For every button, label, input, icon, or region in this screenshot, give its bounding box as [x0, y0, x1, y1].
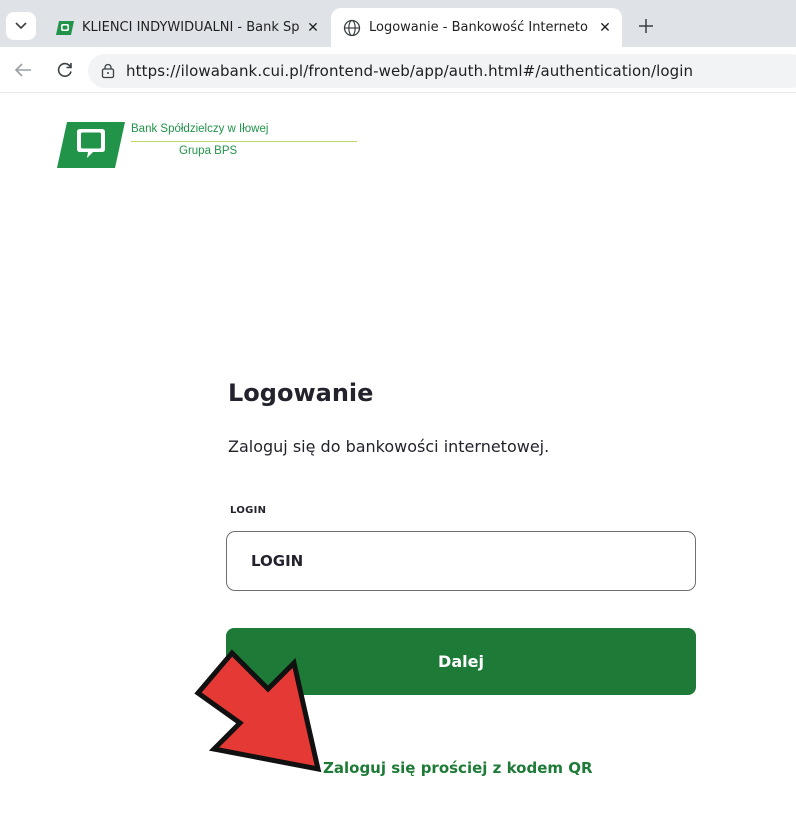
tab-logowanie[interactable]: Logowanie - Bankowość Interneto ✕ — [331, 8, 622, 47]
qr-login-link[interactable]: Zaloguj się prościej z kodem QR — [323, 759, 593, 777]
reload-icon — [57, 62, 72, 77]
tab-klienci[interactable]: KLIENCI INDYWIDUALNI - Bank Sp ✕ — [44, 8, 330, 47]
tab-title: Logowanie - Bankowość Interneto — [369, 20, 588, 35]
logo-divider — [131, 141, 357, 142]
page-subtitle: Zaloguj się do bankowości internetowej. — [228, 437, 550, 456]
tab-strip: KLIENCI INDYWIDUALNI - Bank Sp ✕ Logowan… — [0, 0, 796, 47]
plus-icon — [639, 19, 653, 33]
close-icon[interactable]: ✕ — [594, 20, 616, 36]
bank-favicon-icon — [56, 20, 74, 35]
bank-logo-icon — [57, 122, 125, 168]
new-tab-button[interactable] — [633, 13, 659, 39]
tab-title: KLIENCI INDYWIDUALNI - Bank Sp — [82, 20, 300, 35]
bank-logo[interactable]: Bank Spółdzielczy w Iłowej Grupa BPS — [57, 120, 357, 176]
site-info-icon[interactable] — [100, 63, 116, 79]
login-input-value: LOGIN — [251, 552, 304, 570]
next-button-label: Dalej — [438, 652, 484, 671]
address-bar[interactable]: https://ilowabank.cui.pl/frontend-web/ap… — [88, 54, 796, 88]
globe-icon — [343, 19, 361, 36]
logo-bank-name: Bank Spółdzielczy w Iłowej — [131, 123, 269, 135]
arrow-left-icon — [14, 63, 31, 77]
login-field-label: LOGIN — [230, 505, 267, 516]
back-button[interactable] — [10, 58, 36, 82]
reload-button[interactable] — [52, 58, 78, 82]
logo-group-name: Grupa BPS — [179, 145, 238, 157]
tab-search-button[interactable] — [6, 12, 36, 40]
login-input[interactable]: LOGIN — [226, 531, 696, 591]
close-icon[interactable]: ✕ — [302, 20, 324, 36]
browser-toolbar: https://ilowabank.cui.pl/frontend-web/ap… — [0, 47, 796, 93]
login-page: Bank Spółdzielczy w Iłowej Grupa BPS Log… — [0, 93, 796, 828]
chevron-down-icon — [15, 22, 27, 30]
annotation-arrow-icon — [194, 649, 322, 773]
page-title: Logowanie — [228, 379, 374, 407]
url-text: https://ilowabank.cui.pl/frontend-web/ap… — [126, 62, 694, 80]
